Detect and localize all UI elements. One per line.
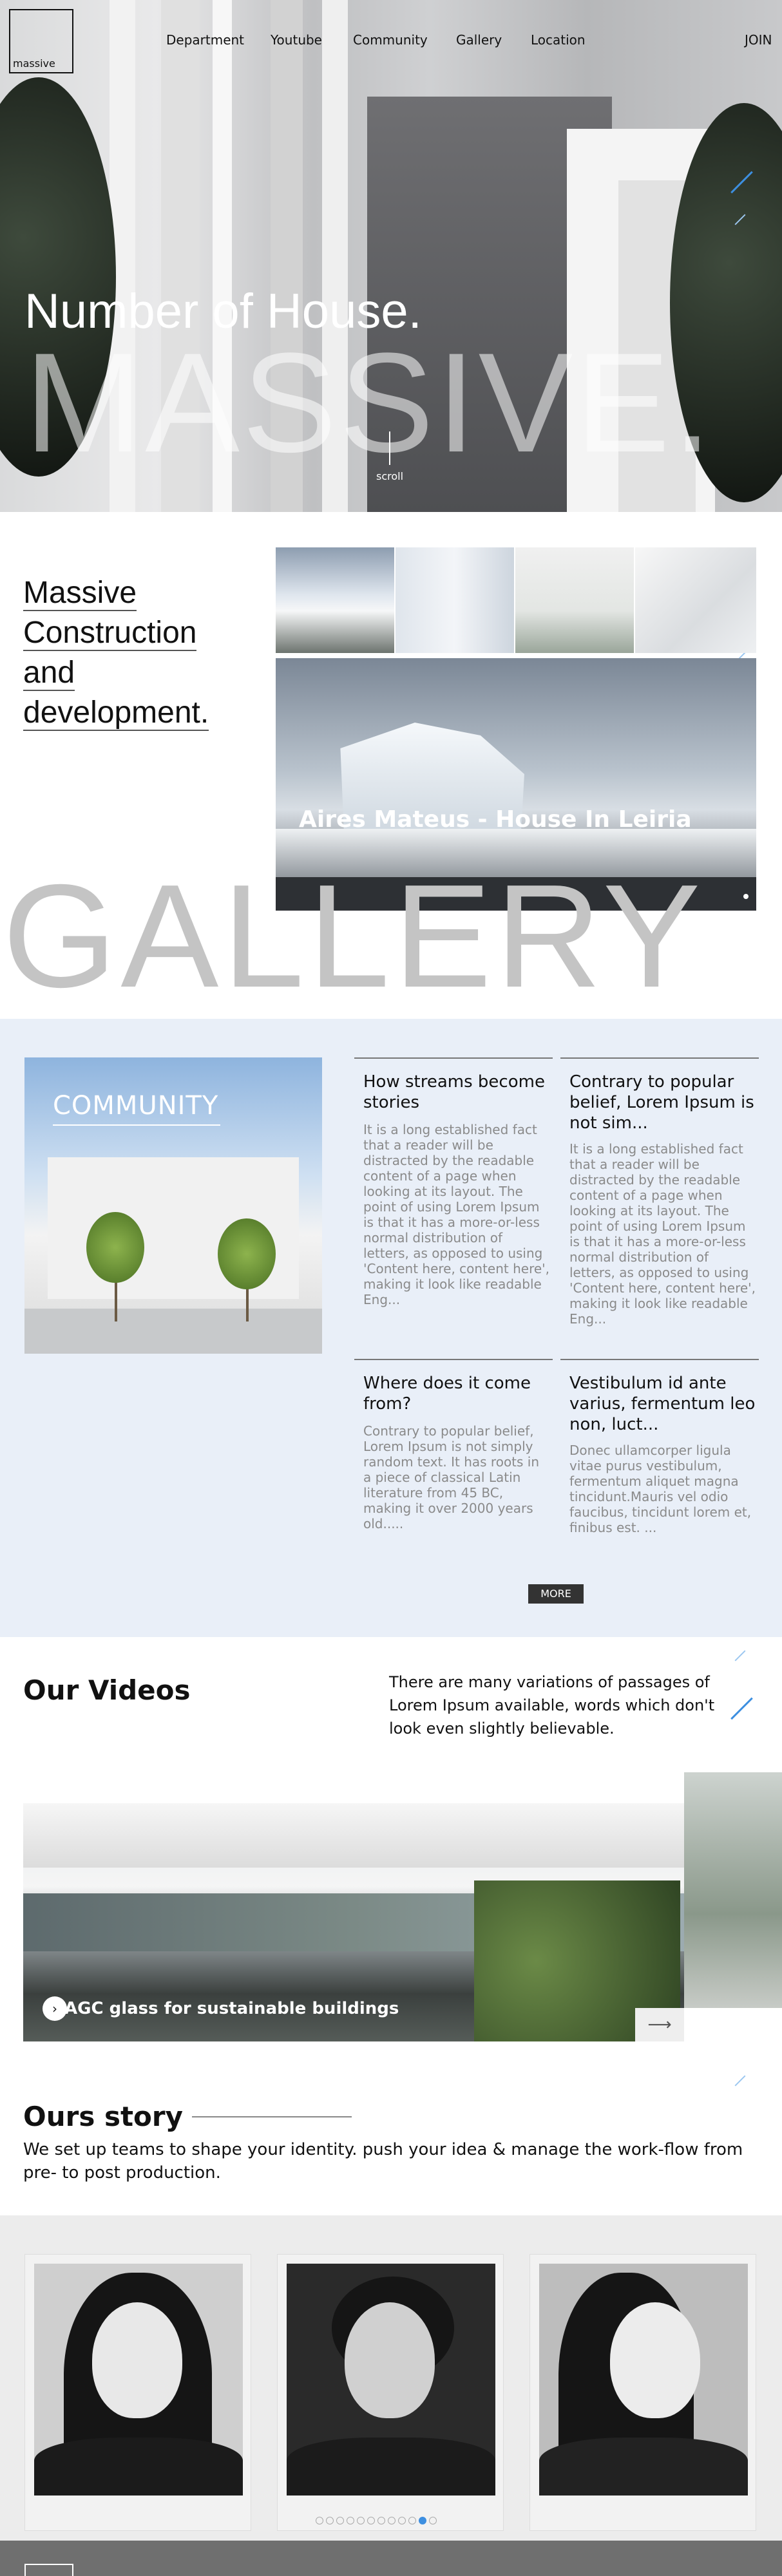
scroll-indicator-line [389,431,390,465]
more-button[interactable]: MORE [528,1584,584,1604]
pager-dot[interactable] [429,2517,437,2524]
photo-face [92,2302,182,2418]
footer-logo[interactable] [24,2564,73,2576]
logo[interactable]: massive [9,9,73,73]
nav-location[interactable]: Location [531,32,586,48]
team-member-card[interactable] [277,2254,504,2531]
nav-gallery[interactable]: Gallery [456,32,502,48]
footer [0,2541,782,2576]
photo-body [539,2438,748,2496]
logo-text: massive [13,57,55,70]
card-rule [560,1359,759,1360]
card-rule [354,1359,553,1360]
story-title-rule [192,2116,352,2117]
video-building-floor [23,1803,684,1868]
card-rule [560,1057,759,1059]
video-caption: AGC glass for sustainable buildings [64,1999,399,2018]
community-ground [24,1309,322,1354]
intro-title-line: Massive [23,576,137,611]
pager-dot[interactable] [357,2517,365,2524]
gallery-thumb[interactable] [635,547,756,653]
team-section [0,2215,782,2541]
pager-dot[interactable] [398,2517,406,2524]
hero-section: massive Department Youtube Community Gal… [0,0,782,512]
card-rule [354,1057,553,1059]
card-title[interactable]: How streams become stories [363,1072,550,1113]
tree [218,1218,276,1289]
hero-big-text: MASSIVE. [24,323,715,482]
gallery-thumb[interactable] [396,547,514,653]
pager-dot[interactable] [408,2517,416,2524]
next-arrow-icon[interactable]: ⟶ [635,2008,684,2041]
pager-dot[interactable] [419,2517,426,2524]
story-title: Ours story [23,2101,183,2132]
video-slide-next[interactable] [684,1772,782,2008]
community-label: COMMUNITY [53,1091,219,1121]
nav-department[interactable]: Department [166,32,244,48]
pager-dot[interactable] [326,2517,334,2524]
gallery-thumb[interactable] [515,547,634,653]
team-member-photo [539,2264,748,2496]
community-section: COMMUNITY How streams become stories It … [0,1019,782,1637]
decor-stroke [734,1650,746,1662]
team-member-card[interactable] [529,2254,756,2531]
team-member-card[interactable] [24,2254,251,2531]
page: massive Department Youtube Community Gal… [0,0,782,2576]
intro-title-line: development. [23,696,209,731]
pager-dot[interactable] [347,2517,354,2524]
pager-dot[interactable] [388,2517,396,2524]
videos-description: There are many variations of passages of… [389,1673,715,1738]
card-text: Contrary to popular belief, Lorem Ipsum … [363,1423,540,1531]
pager-dot[interactable] [367,2517,375,2524]
pager-dot[interactable] [316,2517,323,2524]
community-image[interactable]: COMMUNITY [24,1057,322,1354]
play-icon[interactable]: › [43,1996,67,2021]
team-member-photo [34,2264,243,2496]
feature-dot-indicator[interactable] [743,894,749,899]
story-description: We set up teams to shape your identity. … [23,2140,743,2183]
photo-face [610,2302,700,2418]
scroll-label[interactable]: scroll [376,470,403,482]
card-text: It is a long established fact that a rea… [569,1141,756,1327]
tree [86,1212,144,1283]
card-text: It is a long established fact that a rea… [363,1122,550,1307]
team-member-photo [287,2264,495,2496]
pager-dot[interactable] [336,2517,344,2524]
join-link[interactable]: JOIN [745,32,772,48]
photo-face [345,2302,435,2418]
card-title[interactable]: Where does it come from? [363,1373,550,1414]
gallery-thumb[interactable] [276,547,394,653]
feature-caption: Aires Mateus - House In Leiria [299,806,692,833]
community-label-underline [53,1124,220,1126]
photo-body [34,2438,243,2496]
card-title[interactable]: Contrary to popular belief, Lorem Ipsum … [569,1072,756,1133]
pager-dot[interactable] [377,2517,385,2524]
nav-youtube[interactable]: Youtube [271,32,322,48]
intro-title-line: Construction [23,616,197,651]
card-title[interactable]: Vestibulum id ante varius, fermentum leo… [569,1373,756,1435]
nav-community[interactable]: Community [353,32,428,48]
decor-stroke [734,2075,746,2087]
intro-title-line: and [23,656,75,691]
photo-body [287,2438,495,2496]
intro-title: Massive Construction and development. [23,573,268,733]
gallery-heading: GALLERY [3,855,705,1018]
card-text: Donec ullamcorper ligula vitae purus ves… [569,1443,752,1535]
videos-title: Our Videos [23,1674,191,1706]
